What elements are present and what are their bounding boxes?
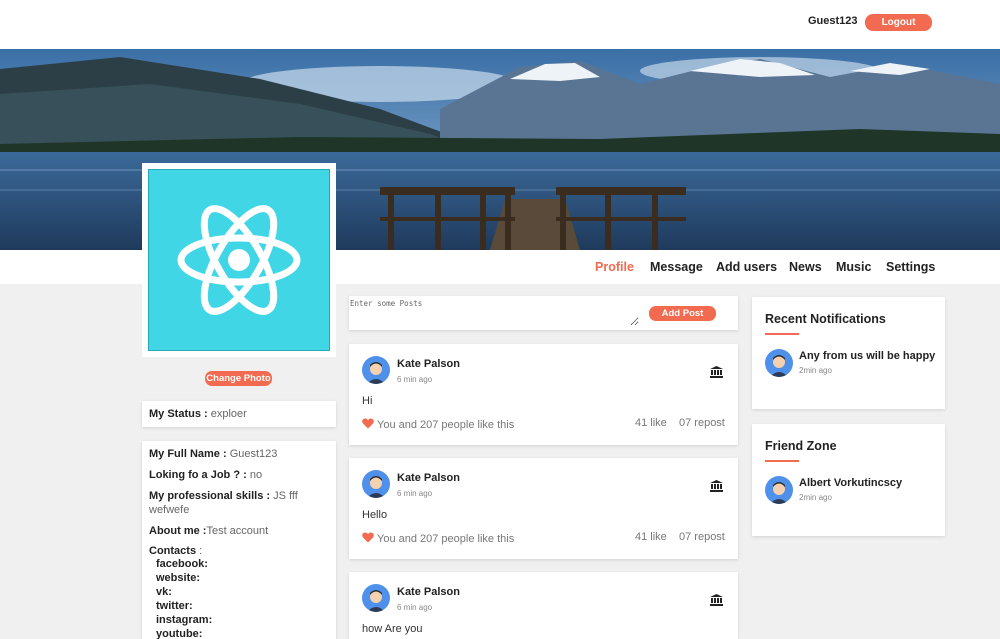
profile-avatar-frame <box>142 163 336 357</box>
bank-icon[interactable] <box>710 479 723 497</box>
friend-zone-card: Friend Zone Albert Vorkutincscy 2min ago <box>752 424 945 536</box>
bank-icon[interactable] <box>710 593 723 611</box>
post-like[interactable]: You and 207 people like this <box>362 418 514 432</box>
title-underline <box>765 460 799 462</box>
post-text: how Are you <box>362 623 423 635</box>
react-atom-icon <box>177 205 301 315</box>
tab-settings[interactable]: Settings <box>886 260 935 274</box>
contacts-label: Contacts <box>149 545 197 557</box>
contact-instagram: instagram: <box>156 614 213 626</box>
notifications-title: Recent Notifications <box>765 312 886 326</box>
post-author-avatar[interactable] <box>362 584 390 612</box>
status-value[interactable]: exploer <box>211 408 247 420</box>
contact-twitter: twitter: <box>156 600 193 612</box>
full-name-label: My Full Name <box>149 448 220 460</box>
notification-avatar[interactable] <box>765 349 793 377</box>
friend-time: 2min ago <box>799 493 832 502</box>
post-text: Hello <box>362 509 388 521</box>
contacts-list: Contacts : facebook: website: vk: twitte… <box>149 545 329 639</box>
post-text: Hi <box>362 395 373 407</box>
about-label: About me : <box>149 525 207 537</box>
full-name-value: Guest123 <box>229 448 278 460</box>
contact-website: website: <box>156 572 201 584</box>
about-value: Test account <box>206 525 269 537</box>
post-author-avatar[interactable] <box>362 470 390 498</box>
bank-icon[interactable] <box>710 365 723 383</box>
like-text: You and 207 people like this <box>377 419 515 431</box>
post-time: 6 min ago <box>397 603 433 612</box>
profile-avatar <box>148 169 330 351</box>
title-underline <box>765 333 799 335</box>
user-avatar-icon <box>367 590 385 612</box>
friend-avatar[interactable] <box>765 476 793 504</box>
heart-icon[interactable] <box>362 418 374 432</box>
post-time: 6 min ago <box>397 375 433 384</box>
status-card: My Status : exploer <box>142 401 336 427</box>
like-text: You and 207 people like this <box>377 533 515 545</box>
logout-button[interactable]: Logout <box>865 14 932 31</box>
post-card: Kate Palson 6 min ago how Are you <box>349 572 738 639</box>
new-post-card: Add Post <box>349 296 738 330</box>
contact-youtube: youtube: <box>156 628 203 639</box>
tab-music[interactable]: Music <box>836 260 871 274</box>
repost-count[interactable]: 07 repost <box>679 531 725 543</box>
post-card: Kate Palson 6 min ago Hello You and 207 … <box>349 458 738 559</box>
post-time: 6 min ago <box>397 489 433 498</box>
top-header: Guest123 Logout <box>0 0 1000 49</box>
notification-text[interactable]: Any from us will be happy <box>799 350 935 362</box>
notifications-card: Recent Notifications Any from us will be… <box>752 297 945 409</box>
post-author-name[interactable]: Kate Palson <box>397 586 460 598</box>
notification-time: 2min ago <box>799 366 832 375</box>
post-like[interactable]: You and 207 people like this <box>362 532 514 546</box>
friend-zone-title: Friend Zone <box>765 439 837 453</box>
change-photo-button[interactable]: Change Photo <box>205 371 272 386</box>
header-username: Guest123 <box>808 15 858 27</box>
post-author-name[interactable]: Kate Palson <box>397 472 460 484</box>
user-avatar-icon <box>367 476 385 498</box>
job-value: no <box>249 469 263 481</box>
like-count: 41 like <box>635 417 667 429</box>
skills-label: My professional skills <box>149 490 264 502</box>
tab-news[interactable]: News <box>789 260 822 274</box>
job-label: Loking fo a Job ? <box>149 469 241 481</box>
tab-profile[interactable]: Profile <box>595 260 634 274</box>
user-avatar-icon <box>367 362 385 384</box>
post-author-avatar[interactable] <box>362 356 390 384</box>
add-post-button[interactable]: Add Post <box>649 306 716 321</box>
friend-name[interactable]: Albert Vorkutincscy <box>799 477 902 489</box>
tab-message[interactable]: Message <box>650 260 703 274</box>
post-textarea[interactable] <box>349 296 639 326</box>
post-author-name[interactable]: Kate Palson <box>397 358 460 370</box>
user-avatar-icon <box>770 355 788 377</box>
contact-facebook: facebook: <box>156 558 208 570</box>
heart-icon[interactable] <box>362 532 374 546</box>
user-avatar-icon <box>770 482 788 504</box>
contact-vk: vk: <box>156 586 172 598</box>
status-label: My Status <box>149 408 201 420</box>
tab-add-users[interactable]: Add users <box>716 260 777 274</box>
post-card: Kate Palson 6 min ago Hi You and 207 peo… <box>349 344 738 445</box>
profile-info-card: My Full Name : Guest123 Loking fo a Job … <box>142 441 336 639</box>
like-count: 41 like <box>635 531 667 543</box>
repost-count[interactable]: 07 repost <box>679 417 725 429</box>
